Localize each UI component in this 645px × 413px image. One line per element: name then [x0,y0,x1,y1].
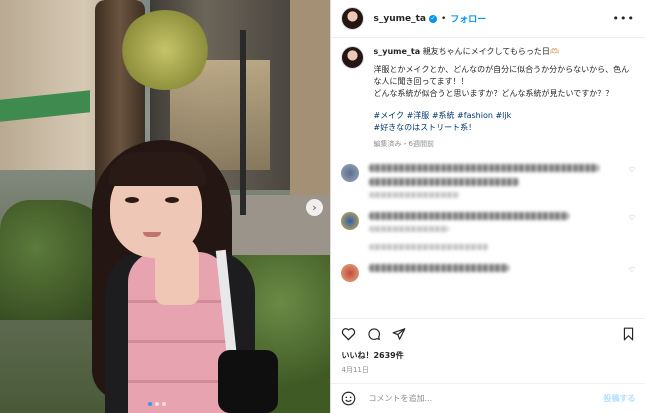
post-date: 4月11日 [341,366,369,374]
action-bar: いいね！2639件 4月11日 [331,318,645,375]
avatar[interactable] [341,7,365,30]
more-icon[interactable]: ••• [613,12,635,25]
instagram-post: › s_yume_ta ✓ • フォロー ••• s_yume_ta 親友ちゃん… [0,0,645,413]
tree-foliage [120,10,210,90]
carousel-dot [155,402,159,406]
building-right [290,0,331,200]
carousel-next-button[interactable]: › [306,199,323,216]
comment-like-icon[interactable]: ♡ [629,166,635,174]
comment-body [359,164,600,198]
comment-row: ♡ [341,264,635,282]
carousel-dot [162,402,166,406]
person-eye [165,197,179,203]
follow-button[interactable]: フォロー [450,12,486,25]
blurred-comment-text [369,164,600,172]
blurred-comment-text [369,212,570,220]
street-pole [240,30,246,215]
blurred-comment-text [369,178,520,186]
caption-username[interactable]: s_yume_ta [373,47,420,56]
comment-like-icon[interactable]: ♡ [629,266,635,274]
hashtags[interactable]: #メイク #洋服 #系統 #fashion #ljk #好きなのはストリート系！ [373,110,635,134]
comment-composer: 投稿する [331,383,645,413]
shirt-stripe [128,340,228,343]
person-hands [155,235,199,305]
comment-like-icon[interactable]: ♡ [629,214,635,222]
blurred-replies[interactable] [369,244,490,250]
shirt-stripe [128,380,228,383]
blurred-comment-meta [369,226,450,232]
comment-body [359,264,510,272]
comments-section[interactable]: s_yume_ta 親友ちゃんにメイクしてもらった日🫶🏻 洋服とかメイクとか、ど… [331,38,645,325]
bookmark-icon[interactable] [622,327,635,341]
bag [218,350,278,413]
comment-body [359,212,570,250]
caption-text: 洋服とかメイクとか、どんなのが自分に似合うか分からないから、色んな人に聞き回って… [373,65,630,98]
username-link[interactable]: s_yume_ta [373,14,426,24]
action-icons [341,327,635,341]
commenter-avatar[interactable] [341,264,360,282]
post-header: s_yume_ta ✓ • フォロー ••• [331,0,645,38]
caption: s_yume_ta 親友ちゃんにメイクしてもらった日🫶🏻 洋服とかメイクとか、ど… [341,46,635,150]
post-sidebar: s_yume_ta ✓ • フォロー ••• s_yume_ta 親友ちゃんにメ… [330,0,645,413]
emoji-icon[interactable] [341,391,356,406]
verified-badge-icon: ✓ [428,14,437,23]
commenter-avatar[interactable] [341,164,360,182]
carousel-dot [148,402,152,406]
person-bangs [108,152,206,186]
likes-count[interactable]: いいね！2639件 [341,350,635,361]
caption-title: 親友ちゃんにメイクしてもらった日🫶🏻 [422,47,560,56]
comment-row: ♡ [341,164,635,198]
separator-dot: • [440,13,447,24]
comment-input[interactable] [366,393,604,404]
post-photo[interactable]: › [0,0,331,413]
blurred-comment-text [369,264,510,272]
caption-body: s_yume_ta 親友ちゃんにメイクしてもらった日🫶🏻 洋服とかメイクとか、ど… [373,46,635,150]
chevron-right-icon: › [312,201,317,214]
comment-row: ♡ [341,212,635,250]
avatar[interactable] [341,46,365,69]
share-icon[interactable] [392,327,406,341]
carousel-dots [148,402,166,406]
person-mouth [143,232,161,237]
caption-meta: 編集済み・6週間前 [373,140,434,148]
comment-icon[interactable] [367,327,381,341]
person-eye [125,197,139,203]
commenter-avatar[interactable] [341,212,360,230]
heart-icon[interactable] [341,327,356,341]
blurred-comment-meta [369,192,460,198]
post-comment-button[interactable]: 投稿する [603,393,635,404]
